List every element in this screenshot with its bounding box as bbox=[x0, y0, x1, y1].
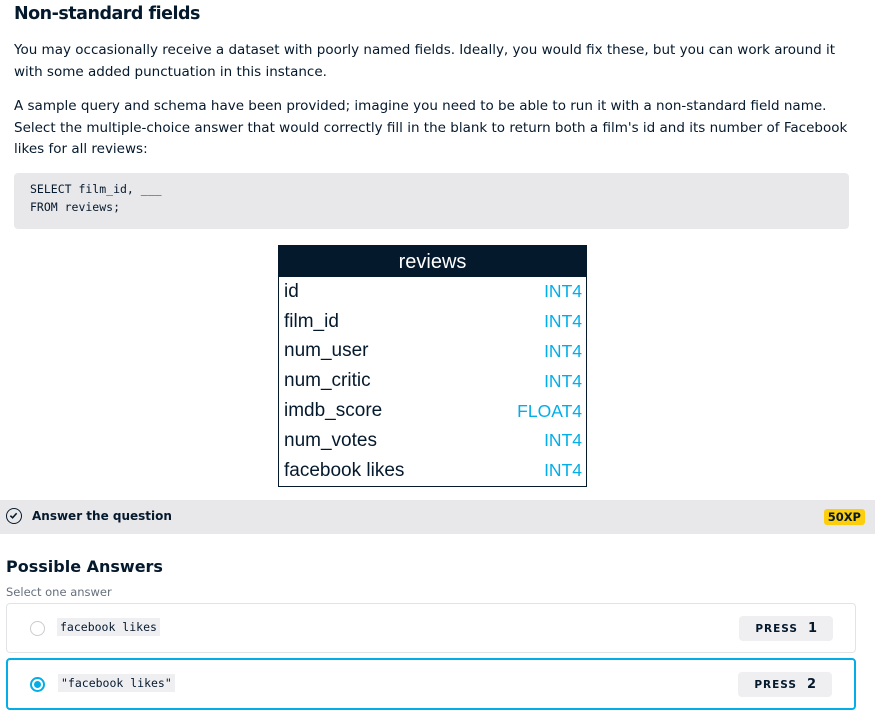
keyboard-shortcut: PRESS 2 bbox=[738, 672, 832, 697]
schema-table-name: reviews bbox=[279, 246, 586, 277]
shortcut-key: 1 bbox=[807, 621, 817, 636]
xp-badge: 50XP bbox=[823, 509, 865, 525]
exercise-description: You may occasionally receive a dataset w… bbox=[14, 42, 836, 80]
exercise-title: Non-standard fields bbox=[14, 4, 200, 24]
field-name: num_user bbox=[284, 340, 369, 362]
question-bar: Answer the question 50XP bbox=[0, 500, 875, 534]
possible-answers-title: Possible Answers bbox=[6, 557, 163, 576]
field-name: num_critic bbox=[284, 370, 371, 392]
answer-option-2[interactable]: "facebook likes" PRESS 2 bbox=[6, 658, 856, 710]
exercise-instructions: A sample query and schema have been prov… bbox=[14, 98, 848, 157]
schema-row: film_id INT4 bbox=[279, 307, 586, 337]
answer-option-1[interactable]: facebook likes PRESS 1 bbox=[6, 603, 856, 653]
field-name: facebook likes bbox=[284, 459, 405, 481]
press-label: PRESS bbox=[754, 678, 797, 691]
field-type: FLOAT4 bbox=[517, 400, 582, 421]
schema-row: facebook likes INT4 bbox=[279, 456, 586, 486]
field-type: INT4 bbox=[544, 340, 582, 361]
field-name: film_id bbox=[284, 310, 339, 332]
schema-row: num_votes INT4 bbox=[279, 426, 586, 456]
sql-code-block: SELECT film_id, ___ FROM reviews; bbox=[14, 173, 849, 229]
keyboard-shortcut: PRESS 1 bbox=[739, 616, 833, 641]
code-line: SELECT film_id, ___ bbox=[30, 182, 162, 196]
radio-button-selected[interactable] bbox=[30, 677, 45, 692]
check-circle-icon bbox=[6, 508, 22, 524]
field-type: INT4 bbox=[544, 311, 582, 332]
field-name: num_votes bbox=[284, 429, 377, 451]
schema-row: id INT4 bbox=[279, 277, 586, 307]
field-name: id bbox=[284, 280, 299, 302]
radio-button[interactable] bbox=[30, 621, 45, 636]
field-type: INT4 bbox=[544, 460, 582, 481]
code-line: FROM reviews; bbox=[30, 200, 121, 214]
schema-row: imdb_score FLOAT4 bbox=[279, 396, 586, 426]
answer-text: "facebook likes" bbox=[58, 674, 175, 692]
schema-row: num_critic INT4 bbox=[279, 366, 586, 396]
possible-answers-subtitle: Select one answer bbox=[6, 585, 112, 599]
schema-row: num_user INT4 bbox=[279, 337, 586, 367]
field-name: imdb_score bbox=[284, 400, 383, 422]
schema-table: reviews id INT4 film_id INT4 num_user INT4 … bbox=[278, 245, 587, 487]
answer-text: facebook likes bbox=[57, 618, 160, 636]
field-type: INT4 bbox=[544, 430, 582, 451]
field-type: INT4 bbox=[544, 281, 582, 302]
field-type: INT4 bbox=[544, 370, 582, 391]
shortcut-key: 2 bbox=[806, 677, 816, 692]
press-label: PRESS bbox=[755, 622, 798, 635]
question-bar-label: Answer the question bbox=[32, 509, 172, 523]
